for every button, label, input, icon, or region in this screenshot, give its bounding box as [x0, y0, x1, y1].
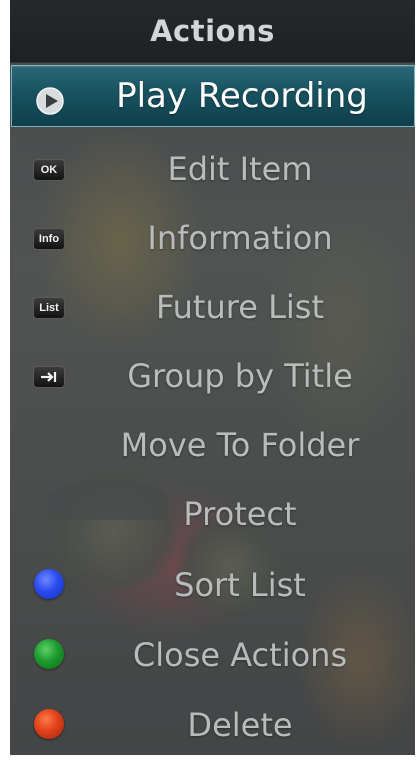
menu-item-play-recording[interactable]: Play Recording — [11, 65, 415, 127]
menu-item-group-by-title[interactable]: Group by Title — [10, 343, 415, 406]
menu-item-edit-item[interactable]: OK Edit Item — [10, 136, 415, 199]
menu-item-label: Group by Title — [127, 357, 353, 395]
menu-item-label: Information — [147, 219, 333, 257]
header-title: Actions — [150, 14, 275, 48]
menu-item-move-to-folder[interactable]: Move To Folder — [10, 412, 415, 475]
menu-item-protect[interactable]: Protect — [10, 481, 415, 544]
play-icon — [34, 85, 66, 115]
actions-menu-list: Play Recording OK Edit Item Info Informa… — [10, 65, 415, 755]
menu-item-label: Play Recording — [116, 76, 368, 116]
list-key-icon: List — [33, 297, 65, 319]
actions-menu-panel: Actions Play Recording OK Edit Item Info… — [10, 0, 415, 755]
menu-item-label: Move To Folder — [120, 426, 360, 464]
menu-item-delete[interactable]: Delete — [10, 692, 415, 755]
red-button-icon — [34, 709, 64, 739]
menu-item-information[interactable]: Info Information — [10, 205, 415, 268]
info-key-icon: Info — [33, 228, 65, 250]
menu-item-close-actions[interactable]: Close Actions — [10, 622, 415, 685]
menu-item-label: Close Actions — [132, 636, 348, 674]
menu-item-label: Delete — [187, 706, 293, 744]
menu-item-future-list[interactable]: List Future List — [10, 274, 415, 337]
skip-arrow-key-icon — [33, 366, 65, 388]
green-button-icon — [34, 639, 64, 669]
menu-item-label: Protect — [183, 495, 297, 533]
blue-button-icon — [34, 569, 64, 599]
menu-item-label: Sort List — [174, 566, 306, 604]
actions-header: Actions — [10, 0, 415, 63]
menu-item-label: Edit Item — [167, 150, 313, 188]
menu-item-label: Future List — [155, 288, 324, 326]
menu-item-sort-list[interactable]: Sort List — [10, 552, 415, 615]
ok-key-icon: OK — [33, 159, 65, 181]
